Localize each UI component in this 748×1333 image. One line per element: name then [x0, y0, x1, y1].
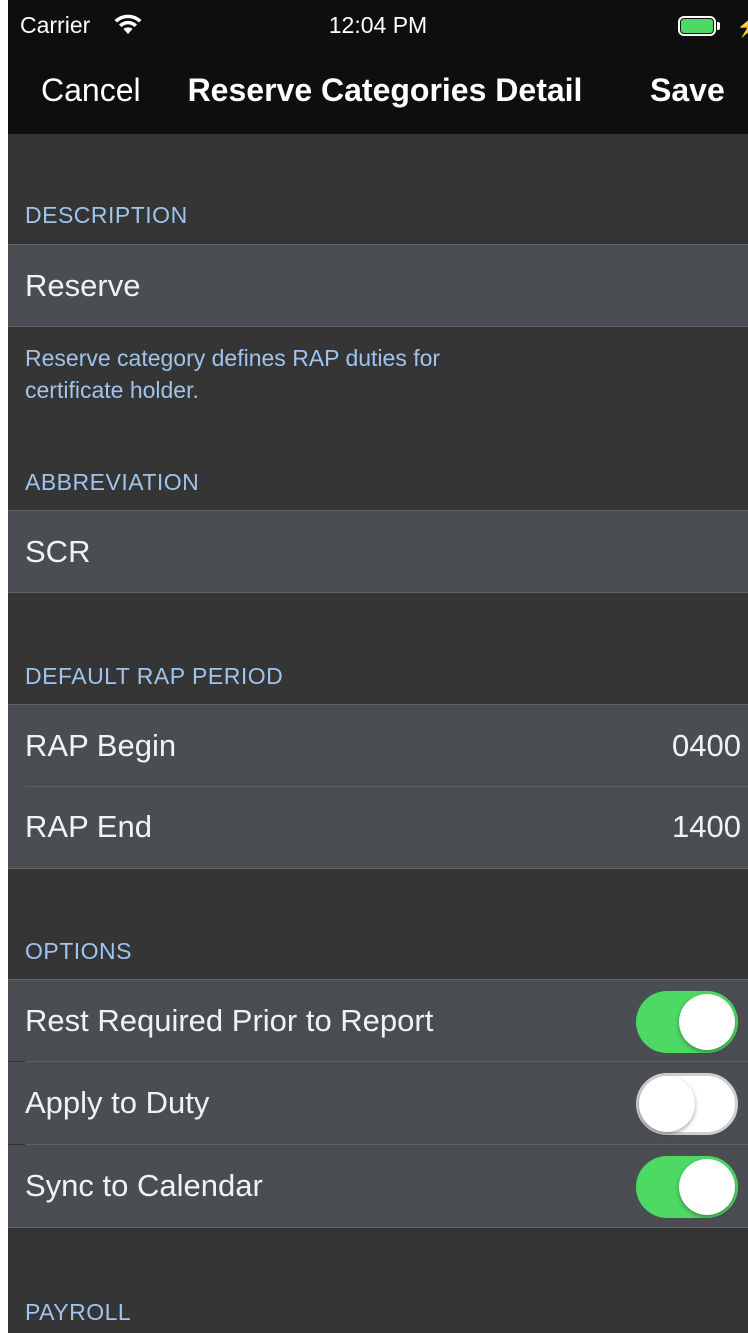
rest-required-toggle[interactable] [636, 991, 738, 1053]
rap-end-value[interactable]: 1400 [672, 786, 741, 868]
option-row-rest-required: Rest Required Prior to Report [8, 979, 748, 1062]
sync-to-calendar-toggle[interactable] [636, 1156, 738, 1218]
abbreviation-value[interactable]: SCR [25, 511, 90, 593]
section-header-description: DESCRIPTION [25, 202, 188, 228]
rest-required-label: Rest Required Prior to Report [25, 1003, 434, 1038]
apply-to-duty-label: Apply to Duty [25, 1085, 210, 1120]
save-button[interactable]: Save [650, 68, 725, 112]
description-footer-line-1: Reserve category defines RAP duties for [25, 345, 441, 371]
charging-icon: ⚡ [736, 16, 748, 38]
rap-begin-label: RAP Begin [25, 728, 177, 763]
section-header-payroll: PAYROLL [25, 1299, 132, 1325]
cancel-button[interactable]: Cancel [41, 68, 141, 112]
rap-end-label: RAP End [25, 809, 152, 844]
sync-to-calendar-label: Sync to Calendar [25, 1168, 263, 1203]
apply-to-duty-toggle[interactable] [636, 1073, 738, 1135]
navigation-bar: Carrier 12:04 PM ⚡ Reserve Categories De… [8, 0, 748, 134]
abbreviation-field[interactable]: SCR [8, 510, 748, 593]
screen: Carrier 12:04 PM ⚡ Reserve Categories De… [8, 0, 748, 1333]
description-value[interactable]: Reserve [25, 245, 140, 327]
description-field[interactable]: Reserve [8, 244, 748, 327]
description-footer-line-2: certificate holder. [25, 377, 199, 403]
section-header-rap-period: DEFAULT RAP PERIOD [25, 663, 284, 689]
option-row-apply-to-duty: Apply to Duty [8, 1062, 748, 1145]
section-header-abbreviation: ABBREVIATION [25, 469, 200, 495]
section-header-options: OPTIONS [25, 938, 133, 964]
rap-begin-row[interactable]: RAP Begin 0400 [8, 704, 748, 787]
clock: 12:04 PM [328, 12, 428, 38]
battery-icon [678, 16, 722, 38]
rap-begin-value[interactable]: 0400 [672, 705, 741, 787]
rap-end-row[interactable]: RAP End 1400 [8, 786, 748, 869]
option-row-sync-to-calendar: Sync to Calendar [8, 1145, 748, 1228]
